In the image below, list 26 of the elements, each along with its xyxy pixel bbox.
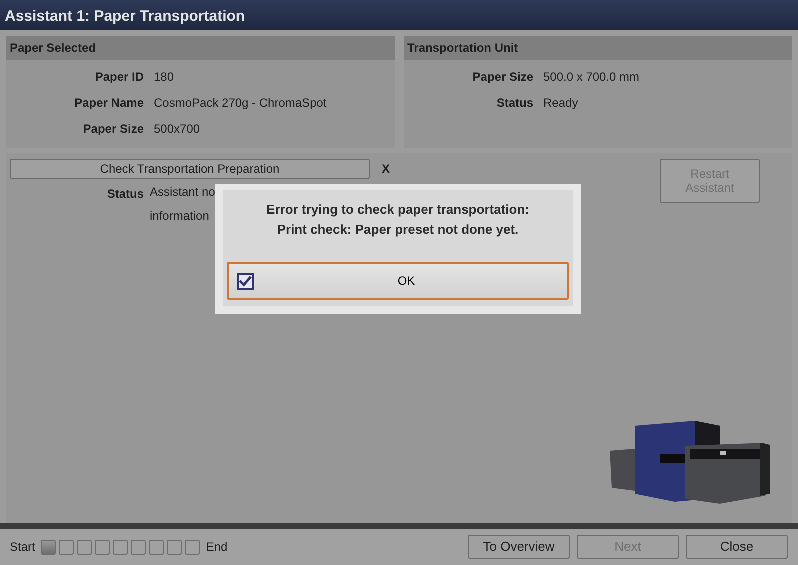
check-button[interactable]: Check Transportation Preparation xyxy=(10,159,370,180)
step-label: Start xyxy=(10,539,36,556)
field-value: CosmoPack 270g - ChromaSpot xyxy=(154,95,327,112)
field-label: Paper Size xyxy=(472,69,534,86)
field-label: Status xyxy=(106,186,144,204)
step-label: End xyxy=(206,539,228,556)
field-value: Ready xyxy=(544,95,578,112)
panel-header: Paper Selected xyxy=(6,36,394,60)
status-text: Assistant no xyxy=(150,184,216,202)
field-value: 500.0 x 700.0 mm xyxy=(544,69,640,86)
footer-button[interactable]: Close xyxy=(686,535,788,559)
panel-header: Transportation Unit xyxy=(404,36,792,60)
checkbox[interactable] xyxy=(237,272,254,290)
window-title: Assistant 1: Paper Transportation xyxy=(0,0,798,30)
status-text: information xyxy=(150,208,210,226)
field-value: 500x700 xyxy=(154,121,200,138)
field-label: Paper Name xyxy=(74,95,144,112)
field-label: Paper Size xyxy=(82,121,144,138)
field-value: 180 xyxy=(154,69,174,86)
dialog-message: Print check: Paper preset not done yet. xyxy=(276,221,520,239)
footer-button[interactable]: To Overview xyxy=(468,535,570,559)
field-label: Status xyxy=(496,95,534,112)
dialog-message: Error trying to check paper transportation: xyxy=(266,201,530,219)
ok-button[interactable]: OK xyxy=(227,262,569,300)
status-mark: X xyxy=(382,161,390,178)
field-label: Paper ID xyxy=(94,69,144,86)
